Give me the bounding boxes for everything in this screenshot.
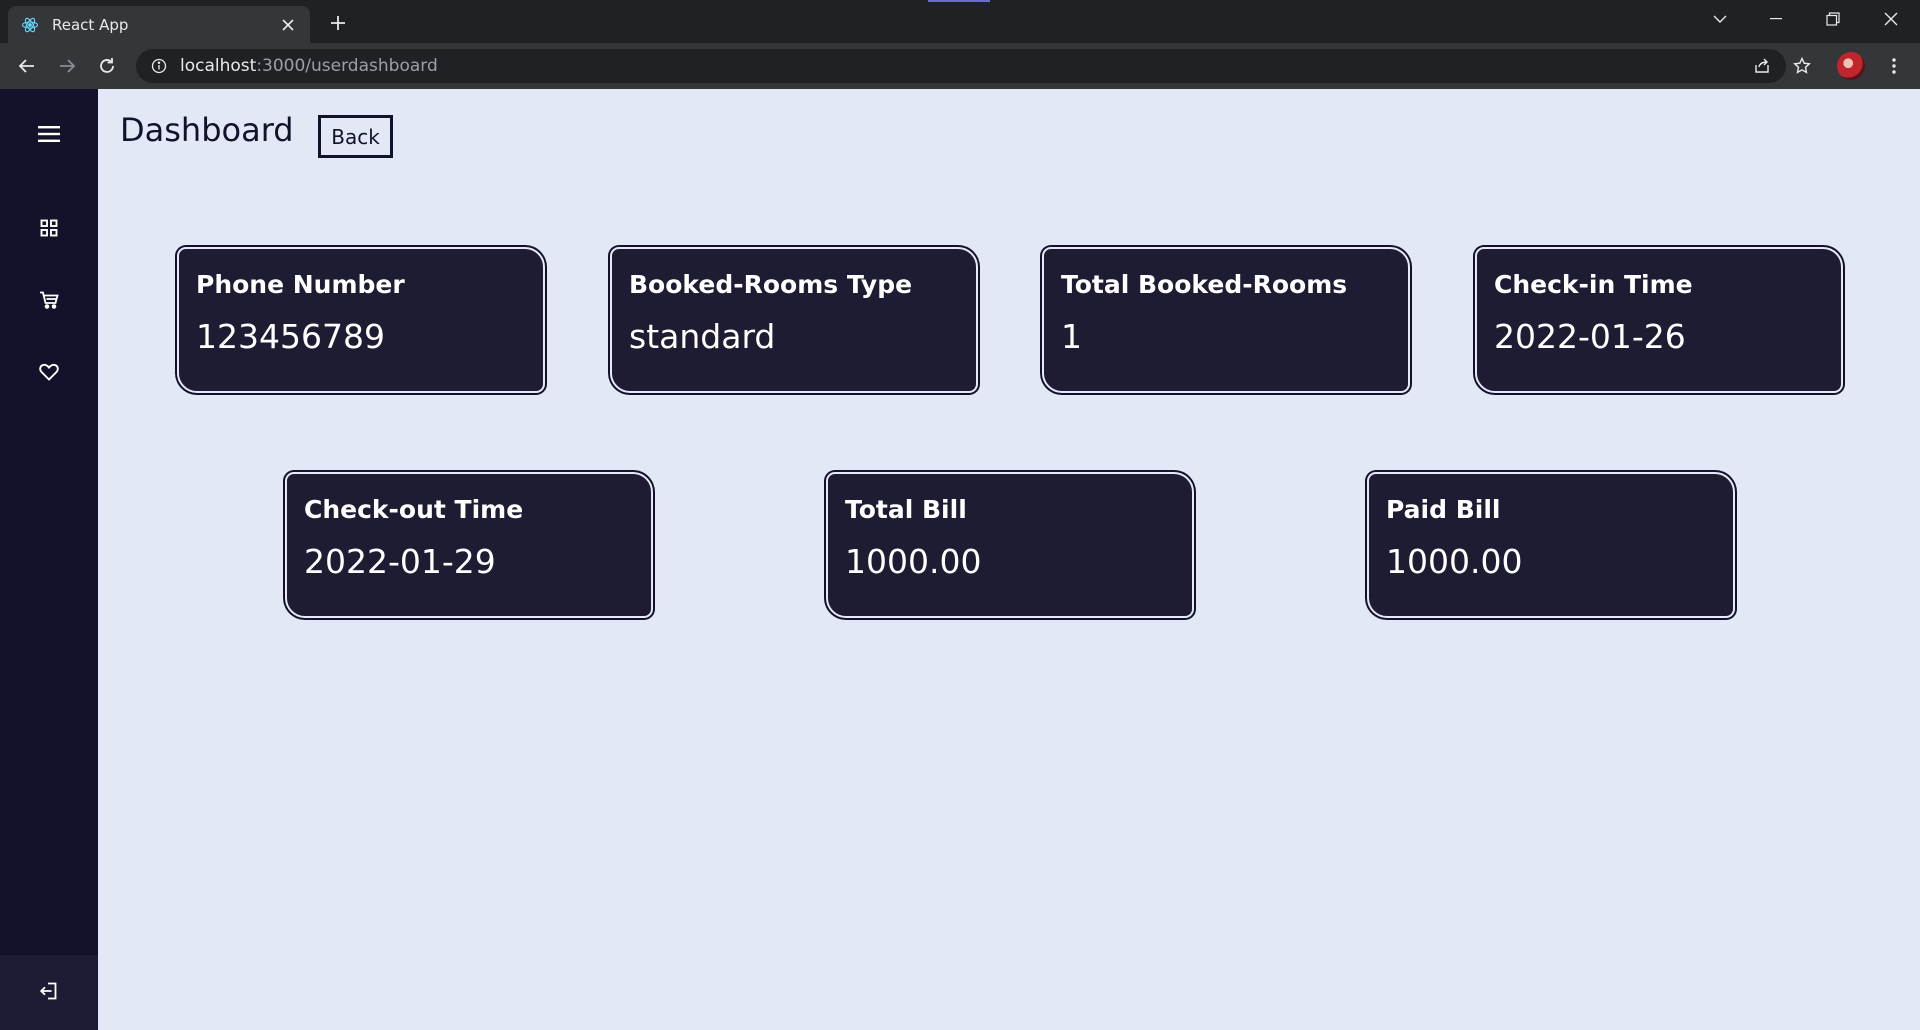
card-value: 2022-01-26 xyxy=(1494,317,1686,356)
stat-card-total-booked-rooms: Total Booked-Rooms 1 xyxy=(1042,247,1410,393)
address-bar[interactable]: localhost:3000/userdashboard xyxy=(136,49,1786,83)
forward-arrow-icon[interactable] xyxy=(53,52,81,80)
new-tab-plus-icon[interactable] xyxy=(325,10,351,36)
card-label: Phone Number xyxy=(196,270,405,299)
logout-button[interactable] xyxy=(0,955,98,1030)
browser-tab-bar: React App xyxy=(0,0,1920,43)
logout-icon xyxy=(39,981,59,1005)
profile-avatar[interactable] xyxy=(1837,52,1865,80)
more-vert-icon[interactable] xyxy=(1880,52,1908,80)
card-value: 1000.00 xyxy=(1386,542,1523,581)
card-value: 1000.00 xyxy=(845,542,982,581)
url-path: :3000/userdashboard xyxy=(256,56,438,76)
card-value: 123456789 xyxy=(196,317,385,356)
star-icon[interactable] xyxy=(1787,51,1817,81)
info-icon[interactable] xyxy=(150,57,168,75)
card-label: Booked-Rooms Type xyxy=(629,270,913,299)
card-value: 1 xyxy=(1061,317,1082,356)
chevron-down-icon[interactable] xyxy=(1702,6,1738,32)
card-label: Paid Bill xyxy=(1386,495,1501,524)
window-close-icon[interactable] xyxy=(1873,6,1909,32)
browser-toolbar: localhost:3000/userdashboard xyxy=(0,43,1920,89)
minimize-icon[interactable] xyxy=(1758,6,1794,32)
card-label: Total Bill xyxy=(845,495,967,524)
stat-card-check-in-time: Check-in Time 2022-01-26 xyxy=(1475,247,1843,393)
url-host: localhost xyxy=(180,56,257,76)
app-root: Dashboard Back Phone Number 123456789 Bo… xyxy=(0,89,1920,1030)
stat-card-check-out-time: Check-out Time 2022-01-29 xyxy=(285,472,653,618)
heart-icon[interactable] xyxy=(29,352,69,392)
back-arrow-icon[interactable] xyxy=(13,52,41,80)
react-icon xyxy=(20,15,40,35)
card-value: standard xyxy=(629,317,776,356)
card-label: Check-out Time xyxy=(304,495,524,524)
stat-card-total-bill: Total Bill 1000.00 xyxy=(826,472,1194,618)
tab-search-indicator xyxy=(928,0,990,2)
share-icon[interactable] xyxy=(1747,51,1777,81)
grid-icon[interactable] xyxy=(29,208,69,248)
tab-title: React App xyxy=(52,15,129,34)
stat-card-paid-bill: Paid Bill 1000.00 xyxy=(1367,472,1735,618)
browser-tab[interactable]: React App xyxy=(8,6,310,43)
cart-icon[interactable] xyxy=(29,280,69,320)
stat-card-booked-rooms-type: Booked-Rooms Type standard xyxy=(610,247,978,393)
reload-icon[interactable] xyxy=(93,52,121,80)
card-label: Total Booked-Rooms xyxy=(1061,270,1348,299)
card-label: Check-in Time xyxy=(1494,270,1693,299)
back-button[interactable]: Back xyxy=(318,115,393,158)
sidebar xyxy=(0,89,98,1030)
stat-card-phone-number: Phone Number 123456789 xyxy=(177,247,545,393)
restore-icon[interactable] xyxy=(1815,6,1851,32)
close-icon[interactable] xyxy=(278,15,298,35)
page-title: Dashboard xyxy=(120,111,294,149)
menu-icon[interactable] xyxy=(29,114,69,154)
card-value: 2022-01-29 xyxy=(304,542,496,581)
